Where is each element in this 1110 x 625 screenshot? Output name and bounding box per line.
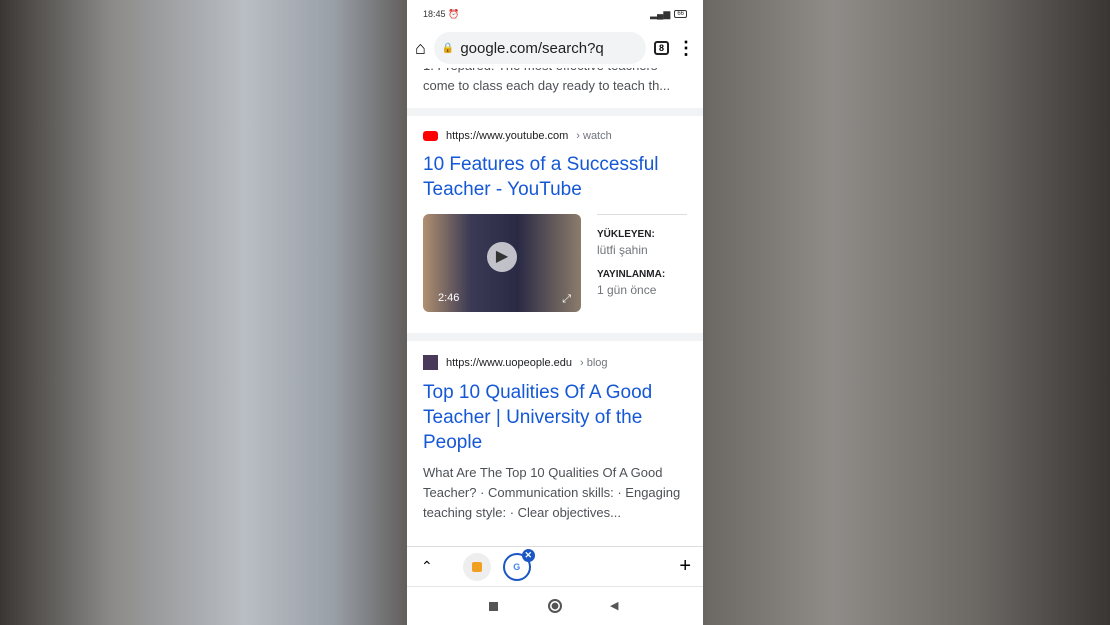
- tab-strip: ⌃ G ✕ +: [407, 546, 703, 586]
- chevron-up-icon[interactable]: ⌃: [421, 558, 433, 575]
- active-tab-item[interactable]: G ✕: [502, 548, 535, 581]
- result-snippet: come to class each day ready to teach th…: [423, 78, 671, 93]
- new-tab-button[interactable]: +: [679, 555, 691, 578]
- back-button[interactable]: ◀: [610, 599, 618, 612]
- fullscreen-icon[interactable]: ⤢: [562, 293, 571, 306]
- play-icon[interactable]: ▶: [487, 242, 517, 272]
- result-title[interactable]: 10 Features of a Successful Teacher - Yo…: [423, 152, 687, 202]
- android-nav-bar: ◀: [407, 586, 703, 625]
- recents-button[interactable]: [489, 602, 498, 611]
- menu-icon[interactable]: ⋮: [677, 38, 695, 59]
- clock: 18:45: [423, 8, 446, 19]
- result-card-uopeople: https://www.uopeople.edu › blog Top 10 Qu…: [407, 341, 703, 551]
- breadcrumb: › blog: [579, 356, 608, 369]
- result-url[interactable]: https://www.uopeople.edu: [446, 357, 572, 369]
- alarm-icon: ⏰: [448, 8, 460, 19]
- video-thumbnail[interactable]: ▶ 2:46 ⤢: [423, 214, 581, 312]
- battery-icon: 66: [674, 10, 687, 18]
- status-bar: 18:45 ⏰ ▂▄▆ 66: [407, 0, 703, 28]
- breadcrumb: › watch: [576, 130, 612, 142]
- result-snippet: 1. Prepared: The most effective teachers: [423, 68, 687, 76]
- url-text: google.com/search?q: [460, 39, 604, 57]
- home-button[interactable]: [548, 599, 562, 613]
- lock-icon: 🔒: [441, 42, 455, 54]
- signal-icon: ▂▄▆: [650, 8, 671, 19]
- result-url[interactable]: https://www.youtube.com: [446, 130, 568, 142]
- tab-favicon: [471, 561, 482, 572]
- youtube-icon: [423, 131, 438, 141]
- home-icon[interactable]: ⌂: [415, 38, 426, 59]
- tab-switcher-button[interactable]: 8: [653, 41, 669, 55]
- uploader-label: YÜKLEYEN:: [597, 229, 655, 240]
- published: 1 gün önce: [597, 283, 657, 297]
- video-duration: 2:46: [438, 292, 460, 304]
- result-card: 1. Prepared: The most effective teachers…: [407, 68, 703, 108]
- tab-item[interactable]: [462, 552, 491, 581]
- site-favicon: [423, 355, 438, 370]
- close-tab-icon[interactable]: ✕: [521, 548, 535, 562]
- result-snippet: What Are The Top 10 Qualities Of A Good …: [423, 465, 681, 520]
- uploader: lütfi şahin: [597, 243, 648, 257]
- phone-screen: 18:45 ⏰ ▂▄▆ 66 ⌂ 🔒 google.com/search?q 8 …: [407, 0, 703, 625]
- published-label: YAYINLANMA:: [597, 269, 666, 280]
- result-card-youtube: https://www.youtube.com › watch 10 Featur…: [407, 116, 703, 333]
- result-title[interactable]: Top 10 Qualities Of A Good Teacher | Uni…: [423, 380, 687, 455]
- address-bar[interactable]: 🔒 google.com/search?q: [433, 32, 646, 64]
- browser-toolbar: ⌂ 🔒 google.com/search?q 8 ⋮: [407, 28, 703, 68]
